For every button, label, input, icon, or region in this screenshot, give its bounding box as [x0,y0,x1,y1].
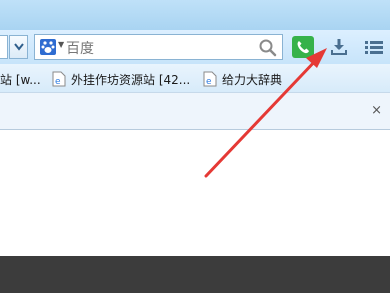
phone-icon [297,41,309,54]
search-input-value: 百度 [66,41,94,57]
ie-page-icon: e [52,71,66,87]
baidu-paw-icon[interactable] [40,39,56,55]
phone-button[interactable] [292,36,314,58]
bookmarks-bar: 站 [w... e 外挂作坊资源站 [42... e 给力大辞典 [0,64,390,92]
bookmark-item[interactable]: 站 [w... [0,70,41,88]
download-icon [331,39,347,55]
svg-text:e: e [206,77,212,87]
bookmark-label: 站 [w... [0,72,41,87]
chevron-down-icon [13,43,24,51]
tab-strip: × [0,92,390,130]
search-icon [259,39,277,57]
address-dropdown-button[interactable] [9,35,28,59]
window-title-strip [0,0,390,30]
bookmark-label: 外挂作坊资源站 [42... [71,72,191,87]
svg-text:e: e [55,77,61,87]
bookmark-item[interactable]: e 给力大辞典 [203,70,282,88]
search-input[interactable]: ▼ 百度 [34,34,283,60]
address-bar-edge[interactable] [0,35,8,59]
bookmark-label: 给力大辞典 [222,72,283,87]
taskbar-band [0,256,390,293]
page-content [0,130,390,256]
search-button[interactable] [258,38,278,58]
bookmark-item[interactable]: e 外挂作坊资源站 [42... [52,70,190,88]
close-icon[interactable]: × [371,103,382,118]
engine-dropdown-icon[interactable]: ▼ [58,40,64,49]
menu-list-icon [365,41,383,54]
download-button[interactable] [329,37,349,57]
menu-button[interactable] [364,38,384,56]
ie-page-icon: e [203,71,217,87]
